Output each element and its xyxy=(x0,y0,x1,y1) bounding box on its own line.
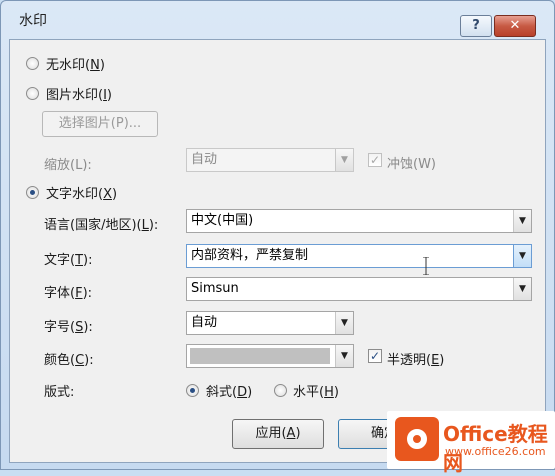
title-bar[interactable]: 水印 ? ✕ xyxy=(1,1,554,37)
semitransparent-checkbox[interactable]: ✓ xyxy=(368,349,382,363)
color-label: 颜色(C): xyxy=(44,353,94,368)
watermark-dialog: 水印 ? ✕ 无水印(N) 图片水印(I) 选择图片(P)... 缩放(L): … xyxy=(0,0,555,475)
text-value[interactable]: 内部资料，严禁复制 xyxy=(191,248,308,263)
font-select[interactable]: Simsun ▼ xyxy=(186,277,532,301)
chevron-down-icon[interactable]: ▼ xyxy=(513,245,531,267)
no-watermark-radio[interactable] xyxy=(26,57,39,70)
text-watermark-label[interactable]: 文字水印(X) xyxy=(46,183,117,202)
apply-button[interactable]: 应用(A) xyxy=(232,419,324,449)
diagonal-label[interactable]: 斜式(D) xyxy=(206,381,252,400)
text-combobox[interactable]: 内部资料，严禁复制 ▼ xyxy=(186,244,532,268)
language-select[interactable]: 中文(中国) ▼ xyxy=(186,209,532,233)
diagonal-radio[interactable] xyxy=(186,384,199,397)
scale-select[interactable]: 自动 ▼ xyxy=(186,148,354,172)
color-swatch xyxy=(190,348,330,364)
color-select[interactable]: ▼ xyxy=(186,344,354,368)
chevron-down-icon[interactable]: ▼ xyxy=(335,149,353,171)
size-select[interactable]: 自动 ▼ xyxy=(186,311,354,335)
scale-value: 自动 xyxy=(191,152,218,167)
select-picture-button[interactable]: 选择图片(P)... xyxy=(42,111,158,137)
chevron-down-icon[interactable]: ▼ xyxy=(335,345,353,367)
layout-label: 版式: xyxy=(44,385,75,400)
language-label: 语言(国家/地区)(L): xyxy=(44,218,159,233)
text-watermark-radio[interactable] xyxy=(26,186,39,199)
chevron-down-icon[interactable]: ▼ xyxy=(513,278,531,300)
font-value: Simsun xyxy=(191,281,239,296)
size-label: 字号(S): xyxy=(44,320,93,335)
text-cursor-icon xyxy=(423,257,429,275)
washout-label: 冲蚀(W) xyxy=(387,157,436,172)
office-logo-icon xyxy=(395,417,439,461)
picture-watermark-radio[interactable] xyxy=(26,87,39,100)
chevron-down-icon[interactable]: ▼ xyxy=(335,312,353,334)
semitransparent-label: 半透明(E) xyxy=(387,353,445,368)
logo-url: www.office26.com xyxy=(445,445,546,458)
dialog-body: 无水印(N) 图片水印(I) 选择图片(P)... 缩放(L): 自动 ▼ ✓ … xyxy=(9,39,546,463)
dialog-title: 水印 xyxy=(19,13,47,29)
font-label: 字体(F): xyxy=(44,286,93,301)
chevron-down-icon[interactable]: ▼ xyxy=(513,210,531,232)
close-button[interactable]: ✕ xyxy=(494,15,536,37)
text-label: 文字(T): xyxy=(44,253,93,268)
help-button[interactable]: ? xyxy=(460,15,492,37)
no-watermark-label[interactable]: 无水印(N) xyxy=(46,54,105,73)
picture-watermark-label[interactable]: 图片水印(I) xyxy=(46,84,112,103)
size-value: 自动 xyxy=(191,315,218,330)
site-logo: Office教程网 www.office26.com xyxy=(387,411,555,475)
horizontal-label[interactable]: 水平(H) xyxy=(293,381,339,400)
horizontal-radio[interactable] xyxy=(274,384,287,397)
washout-checkbox[interactable]: ✓ xyxy=(368,153,382,167)
scale-label: 缩放(L): xyxy=(44,158,92,173)
language-value: 中文(中国) xyxy=(191,213,254,228)
